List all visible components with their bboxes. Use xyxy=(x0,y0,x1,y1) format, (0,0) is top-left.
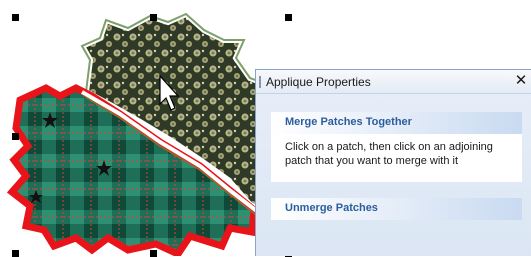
selection-handle-icon[interactable] xyxy=(285,14,292,21)
panel-title-bar[interactable]: Applique Properties ✕ xyxy=(256,70,531,94)
unmerge-patches-link[interactable]: Unmerge Patches xyxy=(271,198,522,220)
selection-handle-icon[interactable] xyxy=(150,14,157,21)
merge-patches-section: Merge Patches Together Click on a patch,… xyxy=(271,112,522,182)
applique-properties-panel: Applique Properties ✕ Merge Patches Toge… xyxy=(255,69,531,256)
close-icon[interactable]: ✕ xyxy=(512,72,530,90)
grip-icon[interactable] xyxy=(259,76,261,88)
panel-title: Applique Properties xyxy=(266,75,371,89)
merge-patches-description: Click on a patch, then click on an adjoi… xyxy=(285,141,493,167)
merge-patches-link[interactable]: Merge Patches Together xyxy=(271,112,522,134)
unmerge-patches-section: Unmerge Patches xyxy=(271,198,522,220)
selection-handle-icon[interactable] xyxy=(12,14,19,21)
selection-handle-icon[interactable] xyxy=(12,133,19,140)
